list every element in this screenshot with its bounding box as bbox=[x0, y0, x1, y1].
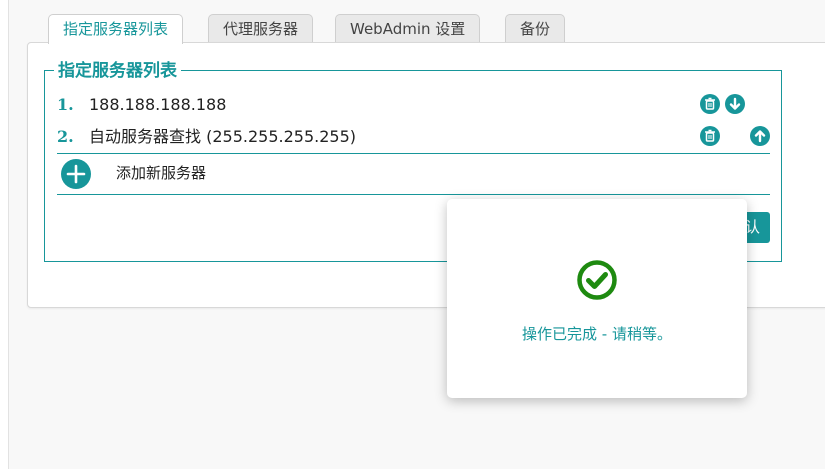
server-list-legend: 指定服务器列表 bbox=[54, 60, 181, 82]
arrow-down-icon bbox=[729, 97, 741, 110]
server-row-label: 自动服务器查找 (255.255.255.255) bbox=[89, 127, 356, 146]
delete-server-2-button[interactable] bbox=[700, 126, 720, 146]
tab-server-list[interactable]: 指定服务器列表 bbox=[48, 14, 184, 44]
arrow-up-icon bbox=[754, 130, 766, 143]
tab-webadmin-settings[interactable]: WebAdmin 设置 bbox=[335, 14, 481, 42]
dialog-message: 操作已完成 - 请稍等。 bbox=[522, 325, 672, 343]
tab-backup[interactable]: 备份 bbox=[505, 14, 566, 42]
server-row-number: 2. bbox=[57, 127, 74, 146]
separator bbox=[57, 194, 770, 195]
separator bbox=[57, 153, 770, 154]
server-row-1: 1. 188.188.188.188 bbox=[57, 93, 226, 117]
add-server-button[interactable] bbox=[61, 159, 91, 189]
move-down-server-1-button[interactable] bbox=[725, 94, 745, 114]
server-row-number: 1. bbox=[57, 95, 74, 114]
check-circle-icon bbox=[577, 260, 617, 300]
trash-icon bbox=[705, 97, 715, 110]
move-up-server-2-button[interactable] bbox=[750, 126, 770, 146]
page: 指定服务器列表 代理服务器 WebAdmin 设置 备份 指定服务器列表 1. 1… bbox=[0, 0, 825, 469]
success-dialog: 操作已完成 - 请稍等。 bbox=[447, 199, 747, 398]
plus-icon bbox=[66, 164, 86, 184]
trash-icon bbox=[705, 129, 715, 142]
tab-proxy-server[interactable]: 代理服务器 bbox=[208, 14, 314, 42]
server-row-2: 2. 自动服务器查找 (255.255.255.255) bbox=[57, 125, 356, 149]
delete-server-1-button[interactable] bbox=[700, 94, 720, 114]
server-row-label: 188.188.188.188 bbox=[89, 95, 227, 114]
add-server-label[interactable]: 添加新服务器 bbox=[116, 162, 206, 184]
